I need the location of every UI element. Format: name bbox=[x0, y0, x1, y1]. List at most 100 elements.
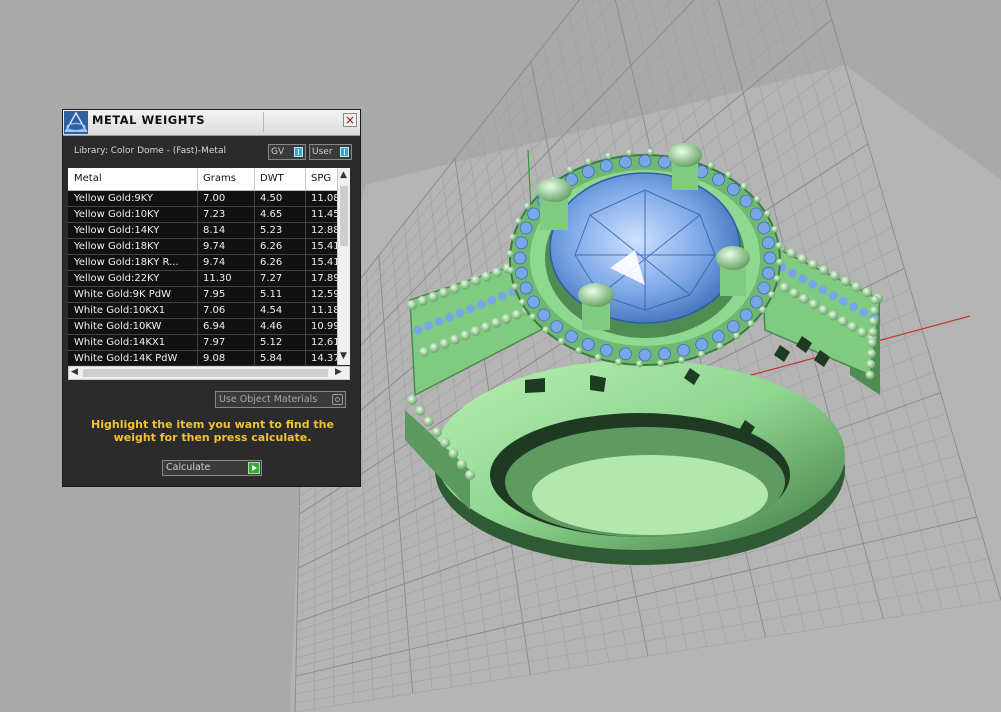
cell-metal: White Gold:10KX1 bbox=[74, 305, 166, 316]
column-divider bbox=[305, 335, 306, 350]
column-divider bbox=[305, 255, 306, 270]
table-row[interactable]: Yellow Gold:18KY 9.74 6.26 15.41 bbox=[68, 239, 348, 255]
column-divider bbox=[254, 239, 255, 254]
radio-icon[interactable] bbox=[332, 394, 343, 405]
column-divider bbox=[197, 223, 198, 238]
cell-dwt: 5.84 bbox=[260, 353, 283, 364]
column-divider bbox=[197, 335, 198, 350]
cell-metal: White Gold:14KX1 bbox=[74, 337, 166, 348]
cell-metal: Yellow Gold:14KY bbox=[74, 225, 160, 236]
cell-metal: Yellow Gold:22KY bbox=[74, 273, 160, 284]
column-divider bbox=[305, 191, 306, 206]
cell-dwt: 4.54 bbox=[260, 305, 283, 316]
cell-grams: 9.08 bbox=[203, 353, 226, 364]
panel-title: METAL WEIGHTS bbox=[92, 113, 205, 127]
titlebar-divider bbox=[263, 112, 264, 132]
table-row[interactable]: Yellow Gold:18KY R... 9.74 6.26 15.41 bbox=[68, 255, 348, 271]
cell-metal: White Gold:9K PdW bbox=[74, 289, 171, 300]
column-header-metal[interactable]: Metal bbox=[74, 173, 102, 184]
cell-grams: 6.94 bbox=[203, 321, 226, 332]
column-divider bbox=[305, 223, 306, 238]
column-header-grams[interactable]: Grams bbox=[203, 173, 236, 184]
use-object-materials-option[interactable]: Use Object Materials bbox=[215, 391, 346, 408]
column-divider bbox=[197, 191, 198, 206]
cell-metal: Yellow Gold:10KY bbox=[74, 209, 160, 220]
cell-grams: 7.00 bbox=[203, 193, 226, 204]
instruction-text: Highlight the item you want to find the … bbox=[91, 418, 334, 444]
table-header: Metal Grams DWT SPG bbox=[68, 168, 348, 191]
cell-grams: 7.06 bbox=[203, 305, 226, 316]
cell-dwt: 7.27 bbox=[260, 273, 283, 284]
column-divider[interactable] bbox=[254, 168, 255, 190]
column-divider[interactable] bbox=[305, 168, 306, 190]
vertical-scrollbar[interactable]: ▲ ▼ bbox=[337, 168, 350, 365]
user-toggle[interactable]: User bbox=[309, 144, 352, 160]
scroll-left-icon[interactable]: ◀ bbox=[71, 367, 78, 377]
column-header-spg[interactable]: SPG bbox=[311, 173, 331, 184]
gv-toggle[interactable]: GV bbox=[268, 144, 306, 160]
cell-metal: White Gold:14K PdW bbox=[74, 353, 178, 364]
scroll-up-icon[interactable]: ▲ bbox=[340, 170, 347, 180]
toggle-switch-icon bbox=[340, 147, 349, 157]
column-divider bbox=[197, 255, 198, 270]
cell-grams: 8.14 bbox=[203, 225, 226, 236]
cell-metal: Yellow Gold:18KY bbox=[74, 241, 160, 252]
cell-metal: White Gold:10KW bbox=[74, 321, 162, 332]
column-divider bbox=[254, 287, 255, 302]
table-row[interactable]: White Gold:10KX1 7.06 4.54 11.18 bbox=[68, 303, 348, 319]
cell-dwt: 4.46 bbox=[260, 321, 283, 332]
table-row[interactable]: Yellow Gold:22KY 11.30 7.27 17.89 bbox=[68, 271, 348, 287]
column-divider bbox=[305, 287, 306, 302]
horizontal-scrollbar[interactable]: ◀ ▶ bbox=[68, 366, 350, 380]
cell-grams: 7.23 bbox=[203, 209, 226, 220]
scroll-down-icon[interactable]: ▼ bbox=[340, 351, 347, 361]
cell-dwt: 5.11 bbox=[260, 289, 283, 300]
table-row[interactable]: Yellow Gold:9KY 7.00 4.50 11.08 bbox=[68, 191, 348, 207]
column-divider bbox=[197, 207, 198, 222]
column-divider bbox=[305, 239, 306, 254]
column-divider bbox=[254, 351, 255, 365]
table-row[interactable]: Yellow Gold:10KY 7.23 4.65 11.45 bbox=[68, 207, 348, 223]
panel-titlebar[interactable]: METAL WEIGHTS × bbox=[63, 110, 360, 136]
table-body: Yellow Gold:9KY 7.00 4.50 11.08 Yellow Gold:… bbox=[68, 191, 348, 365]
cell-grams: 7.97 bbox=[203, 337, 226, 348]
scroll-thumb[interactable] bbox=[340, 186, 348, 246]
column-divider bbox=[305, 351, 306, 365]
cell-grams: 9.74 bbox=[203, 257, 226, 268]
column-divider bbox=[197, 287, 198, 302]
library-label: Library: Color Dome - (Fast)-Metal bbox=[74, 146, 226, 156]
cell-dwt: 4.50 bbox=[260, 193, 283, 204]
cell-metal: Yellow Gold:9KY bbox=[74, 193, 153, 204]
column-divider[interactable] bbox=[197, 168, 198, 190]
cell-grams: 9.74 bbox=[203, 241, 226, 252]
cell-dwt: 5.23 bbox=[260, 225, 283, 236]
metal-weights-panel: METAL WEIGHTS × Library: Color Dome - (F… bbox=[62, 109, 361, 487]
metal-weights-table: Metal Grams DWT SPG Yellow Gold:9KY 7.00 4… bbox=[68, 168, 348, 365]
cell-dwt: 6.26 bbox=[260, 257, 283, 268]
column-divider bbox=[254, 335, 255, 350]
cell-metal: Yellow Gold:18KY R... bbox=[74, 257, 179, 268]
scroll-right-icon[interactable]: ▶ bbox=[335, 367, 342, 377]
toggle-switch-icon bbox=[294, 147, 303, 157]
column-header-dwt[interactable]: DWT bbox=[260, 173, 284, 184]
table-row[interactable]: White Gold:9K PdW 7.95 5.11 12.59 bbox=[68, 287, 348, 303]
column-divider bbox=[197, 319, 198, 334]
user-toggle-label: User bbox=[312, 147, 333, 157]
table-row[interactable]: White Gold:14KX1 7.97 5.12 12.61 bbox=[68, 335, 348, 351]
use-object-materials-label: Use Object Materials bbox=[219, 394, 318, 405]
column-divider bbox=[305, 303, 306, 318]
close-icon[interactable]: × bbox=[343, 113, 357, 127]
scroll-thumb[interactable] bbox=[83, 369, 328, 377]
table-row[interactable]: Yellow Gold:14KY 8.14 5.23 12.88 bbox=[68, 223, 348, 239]
calculate-button[interactable]: Calculate bbox=[162, 460, 262, 476]
table-row[interactable]: White Gold:10KW 6.94 4.46 10.99 bbox=[68, 319, 348, 335]
column-divider bbox=[305, 271, 306, 286]
column-divider bbox=[254, 271, 255, 286]
column-divider bbox=[254, 303, 255, 318]
column-divider bbox=[254, 191, 255, 206]
table-row[interactable]: White Gold:14K PdW 9.08 5.84 14.37 bbox=[68, 351, 348, 365]
column-divider bbox=[197, 303, 198, 318]
cell-grams: 7.95 bbox=[203, 289, 226, 300]
cell-dwt: 5.12 bbox=[260, 337, 283, 348]
column-divider bbox=[197, 351, 198, 365]
